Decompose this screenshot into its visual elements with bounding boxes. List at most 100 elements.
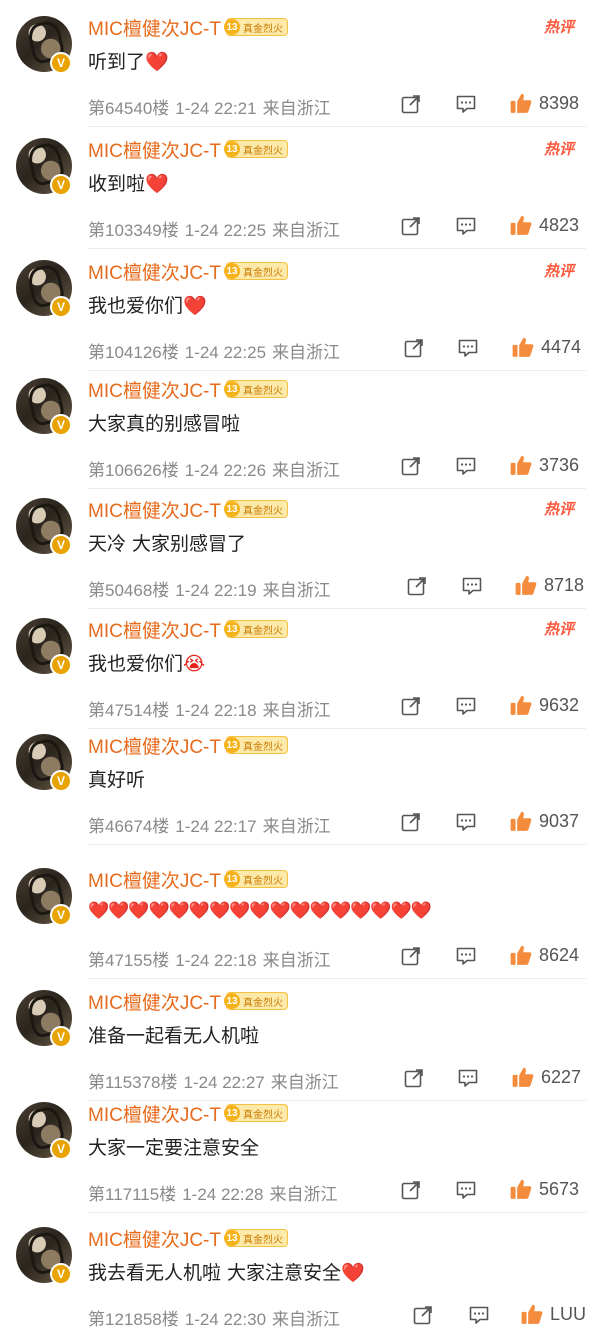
comment-body: 大家一定要注意安全 [88, 1137, 260, 1159]
username[interactable]: MIC檀健次JC-T [88, 496, 221, 523]
comment-icon[interactable] [468, 1304, 490, 1326]
username[interactable]: MIC檀健次JC-T [88, 136, 221, 163]
username[interactable]: MIC檀健次JC-T [88, 14, 221, 41]
comment-text: 收到啦❤️ [88, 169, 169, 196]
like-count[interactable]: 8624 [539, 945, 579, 966]
comment-icon[interactable] [461, 575, 483, 597]
like-count[interactable]: LUU [550, 1304, 586, 1325]
thumbs-up-icon[interactable] [509, 1177, 532, 1199]
username[interactable]: MIC檀健次JC-T [88, 988, 221, 1015]
share-icon[interactable] [400, 455, 422, 477]
comment-meta: 第47155楼 1-24 22:18 来自浙江 [88, 946, 331, 971]
thumbs-up-icon[interactable] [509, 809, 532, 831]
username[interactable]: MIC檀健次JC-T [88, 1225, 221, 1252]
like-count[interactable]: 4823 [539, 215, 579, 236]
share-icon[interactable] [400, 93, 422, 115]
share-icon[interactable] [400, 1179, 422, 1201]
like-count[interactable]: 5673 [539, 1179, 579, 1200]
comment-item: V MIC檀健次JC-T 13 真金烈火 ❤️❤️❤️❤️❤️❤️❤️❤️❤️❤️❤️❤… [0, 864, 600, 984]
hot-comment-tag: 热评 [544, 140, 575, 158]
fan-badge[interactable]: 13 真金烈火 [224, 500, 288, 518]
like-count[interactable]: 9632 [539, 695, 579, 716]
comment-emoji: 😭 [183, 653, 206, 675]
share-icon[interactable] [403, 337, 425, 359]
verified-badge-icon: V [50, 1026, 72, 1048]
comment-icon[interactable] [455, 945, 477, 967]
timestamp: 1-24 22:30 [184, 1310, 267, 1329]
comment-icon[interactable] [455, 811, 477, 833]
comment-text: 我也爱你们❤️ [88, 291, 207, 318]
fan-badge-label: 真金烈火 [243, 145, 283, 157]
location: 来自浙江 [272, 461, 341, 480]
fan-badge[interactable]: 13 真金烈火 [224, 18, 288, 36]
comment-meta: 第46674楼 1-24 22:17 来自浙江 [88, 812, 331, 837]
thumbs-up-icon[interactable] [509, 943, 532, 965]
username[interactable]: MIC檀健次JC-T [88, 258, 221, 285]
timestamp: 1-24 22:18 [175, 701, 257, 720]
username[interactable]: MIC檀健次JC-T [88, 1100, 221, 1127]
comment-icon[interactable] [457, 1067, 479, 1089]
thumbs-up-icon[interactable] [509, 693, 532, 715]
share-icon[interactable] [400, 695, 422, 717]
comment-item: V MIC檀健次JC-T 13 真金烈火 热评 收到啦❤️ 第103349楼 1-24 22:… [0, 134, 600, 254]
username[interactable]: MIC檀健次JC-T [88, 376, 221, 403]
thumbs-up-icon[interactable] [511, 335, 534, 357]
thumbs-up-icon[interactable] [514, 573, 537, 595]
thumbs-up-icon[interactable] [509, 91, 532, 113]
fan-badge[interactable]: 13 真金烈火 [224, 870, 288, 888]
comment-icon[interactable] [455, 1179, 477, 1201]
verified-badge-icon: V [50, 770, 72, 792]
thumbs-up-icon[interactable] [520, 1302, 543, 1324]
fan-badge[interactable]: 13 真金烈火 [224, 380, 288, 398]
verified-badge-icon: V [50, 534, 72, 556]
floor-number: 第103349楼 [88, 221, 179, 240]
comment-meta: 第106626楼 1-24 22:26 来自浙江 [88, 456, 340, 481]
divider [88, 844, 586, 845]
fan-badge[interactable]: 13 真金烈火 [224, 620, 288, 638]
thumbs-up-icon[interactable] [509, 213, 532, 235]
like-count[interactable]: 3736 [539, 455, 579, 476]
timestamp: 1-24 22:18 [175, 951, 257, 970]
like-count[interactable]: 8398 [539, 93, 579, 114]
share-icon[interactable] [400, 215, 422, 237]
fan-badge[interactable]: 13 真金烈火 [224, 1229, 288, 1247]
fan-badge-label: 真金烈火 [243, 875, 283, 887]
comment-body: 我也爱你们 [88, 295, 184, 317]
like-count[interactable]: 6227 [541, 1067, 581, 1088]
share-icon[interactable] [403, 1067, 425, 1089]
share-icon[interactable] [406, 575, 428, 597]
verified-badge-icon: V [50, 296, 72, 318]
comment-icon[interactable] [457, 337, 479, 359]
share-icon[interactable] [412, 1304, 434, 1326]
fan-level-icon: 13 [224, 381, 240, 397]
like-count[interactable]: 8718 [544, 575, 584, 596]
fan-badge[interactable]: 13 真金烈火 [224, 736, 288, 754]
location: 来自浙江 [269, 1185, 338, 1204]
fan-badge[interactable]: 13 真金烈火 [224, 262, 288, 280]
username[interactable]: MIC檀健次JC-T [88, 732, 221, 759]
fan-badge[interactable]: 13 真金烈火 [224, 1104, 288, 1122]
username[interactable]: MIC檀健次JC-T [88, 616, 221, 643]
comment-item: V MIC檀健次JC-T 13 真金烈火 准备一起看无人机啦 第115378楼 1-24 2… [0, 986, 600, 1106]
thumbs-up-icon[interactable] [511, 1065, 534, 1087]
comment-icon[interactable] [455, 215, 477, 237]
comment-meta: 第121858楼 1-24 22:30 来自浙江 [88, 1305, 340, 1330]
comment-icon[interactable] [455, 93, 477, 115]
comment-icon[interactable] [455, 455, 477, 477]
like-count[interactable]: 9037 [539, 811, 579, 832]
username[interactable]: MIC檀健次JC-T [88, 866, 221, 893]
fan-badge[interactable]: 13 真金烈火 [224, 140, 288, 158]
comment-meta: 第64540楼 1-24 22:21 来自浙江 [88, 94, 331, 119]
comment-text: 我也爱你们😭 [88, 649, 205, 676]
like-count[interactable]: 4474 [541, 337, 581, 358]
fan-badge-label: 真金烈火 [243, 741, 283, 753]
share-icon[interactable] [400, 811, 422, 833]
location: 来自浙江 [272, 221, 341, 240]
timestamp: 1-24 22:25 [184, 343, 267, 362]
share-icon[interactable] [400, 945, 422, 967]
floor-number: 第115378楼 [88, 1073, 178, 1092]
fan-badge[interactable]: 13 真金烈火 [224, 992, 288, 1010]
location: 来自浙江 [272, 1310, 341, 1329]
comment-icon[interactable] [455, 695, 477, 717]
thumbs-up-icon[interactable] [509, 453, 532, 475]
